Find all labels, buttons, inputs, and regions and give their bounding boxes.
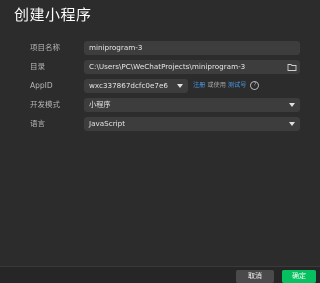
appid-select[interactable]: wxc337867dcfc0e7e6 bbox=[84, 79, 188, 93]
or-use-text: 或使用 bbox=[207, 82, 226, 89]
directory-row: 目录 C:\Users\PC\WeChatProjects\miniprogra… bbox=[0, 59, 320, 75]
dialog-title: 创建小程序 bbox=[14, 6, 92, 24]
dialog-footer: 取消 确定 bbox=[0, 266, 320, 283]
project-name-row: 项目名称 miniprogram-3 bbox=[0, 40, 320, 56]
test-account-link[interactable]: 测试号 bbox=[228, 82, 247, 89]
appid-value: wxc337867dcfc0e7e6 bbox=[89, 81, 168, 90]
project-name-label: 项目名称 bbox=[30, 43, 60, 52]
folder-icon[interactable] bbox=[287, 62, 297, 72]
project-name-input[interactable]: miniprogram-3 bbox=[84, 41, 300, 55]
directory-input[interactable]: C:\Users\PC\WeChatProjects\miniprogram-3 bbox=[84, 60, 300, 74]
dev-mode-select[interactable]: 小程序 bbox=[84, 98, 300, 112]
register-link[interactable]: 注册 bbox=[193, 82, 205, 89]
chevron-down-icon bbox=[289, 122, 295, 126]
language-row: 语言 JavaScript bbox=[0, 116, 320, 132]
cancel-button[interactable]: 取消 bbox=[236, 270, 274, 283]
language-value: JavaScript bbox=[89, 119, 126, 128]
dev-mode-value: 小程序 bbox=[89, 100, 111, 109]
dev-mode-label: 开发模式 bbox=[30, 100, 60, 109]
appid-label: AppID bbox=[30, 81, 53, 90]
dev-mode-row: 开发模式 小程序 bbox=[0, 97, 320, 113]
chevron-down-icon bbox=[289, 103, 295, 107]
chevron-down-icon bbox=[177, 84, 183, 88]
appid-links: 注册 或使用 测试号 ? bbox=[193, 78, 260, 94]
language-label: 语言 bbox=[30, 119, 45, 128]
project-name-value: miniprogram-3 bbox=[89, 43, 143, 52]
language-select[interactable]: JavaScript bbox=[84, 117, 300, 131]
directory-value: C:\Users\PC\WeChatProjects\miniprogram-3 bbox=[89, 62, 246, 71]
confirm-button[interactable]: 确定 bbox=[282, 270, 316, 283]
appid-row: AppID wxc337867dcfc0e7e6 注册 或使用 测试号 ? bbox=[0, 78, 320, 94]
help-icon[interactable]: ? bbox=[250, 80, 260, 90]
directory-label: 目录 bbox=[30, 62, 45, 71]
